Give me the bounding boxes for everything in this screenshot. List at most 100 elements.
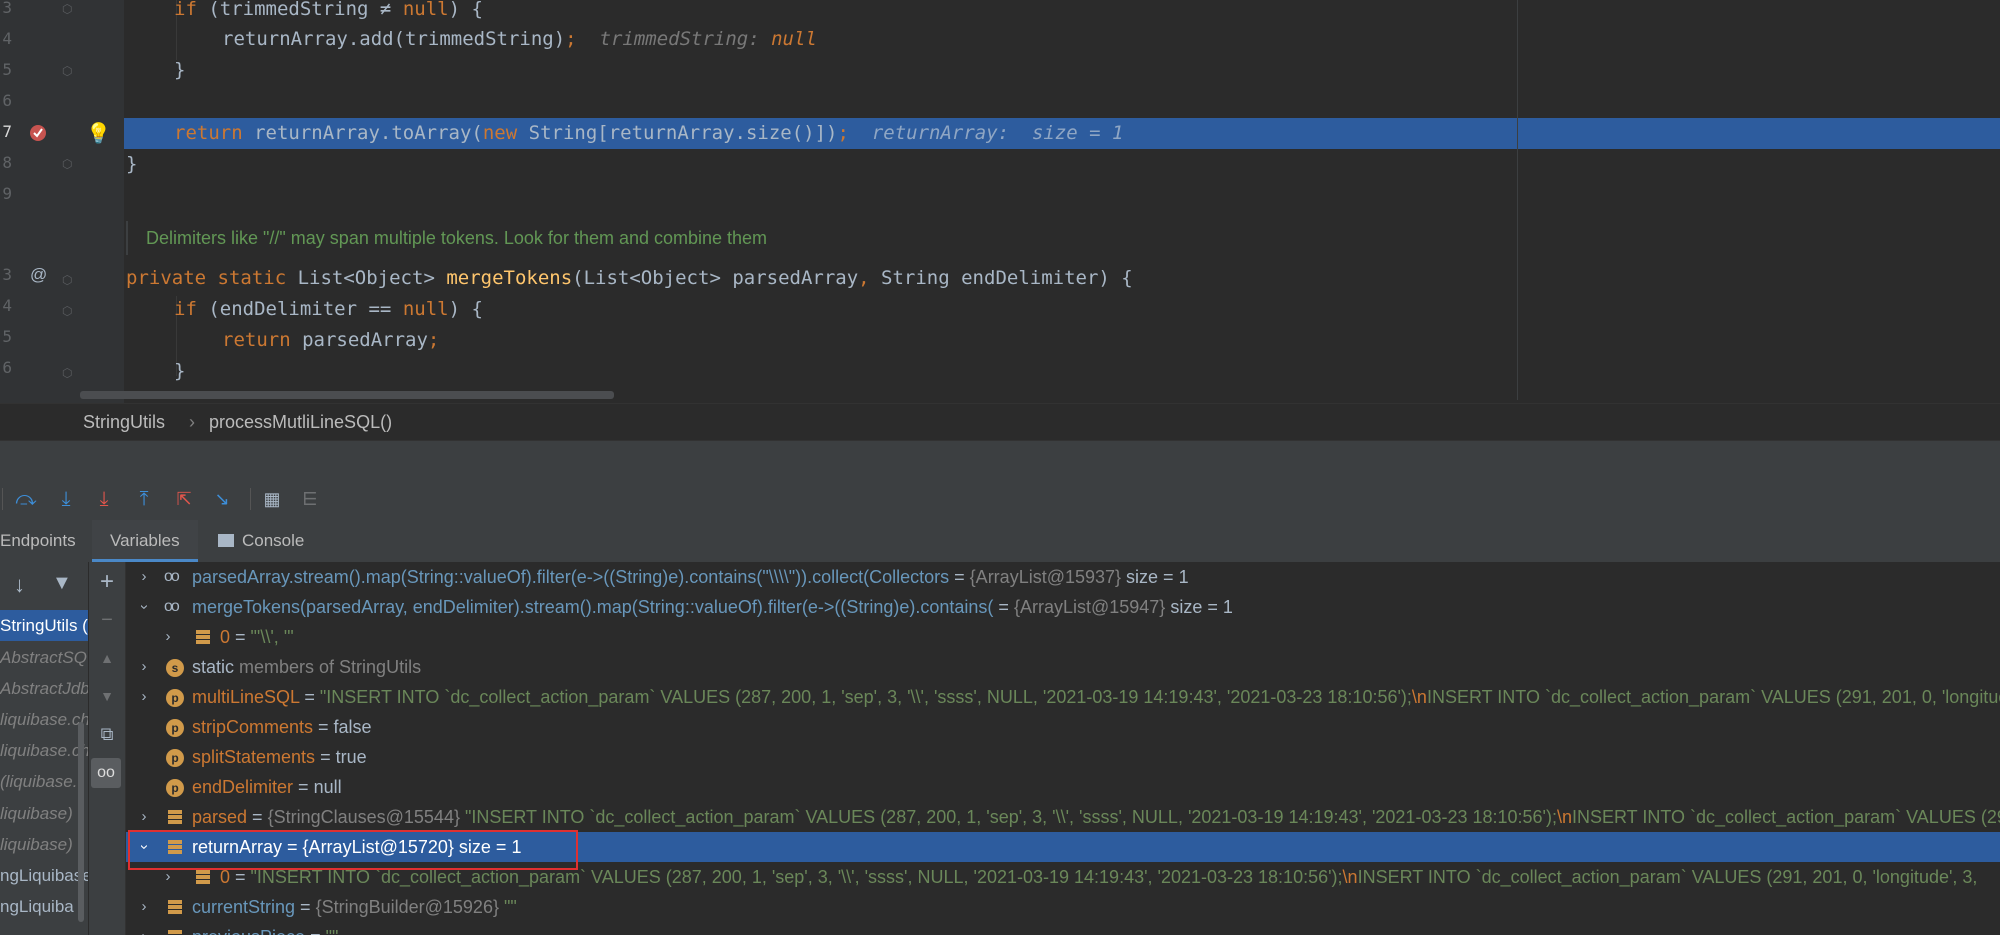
string-value: "INSERT INTO `dc_collect_action_param` V… xyxy=(459,807,1557,827)
static-members-row[interactable]: › s static members of StringUtils xyxy=(126,652,2000,682)
collapse-arrow-icon[interactable]: › xyxy=(129,599,159,615)
static-keyword: static xyxy=(192,657,235,677)
show-watches-icon[interactable]: oo xyxy=(91,758,121,788)
variable-row[interactable]: p splitStatements = true xyxy=(126,742,2000,772)
move-down-icon[interactable]: ▼ xyxy=(95,684,119,708)
frame-item[interactable]: ngLiquibase xyxy=(0,860,88,891)
frame-item[interactable]: StringUtils (l xyxy=(0,610,88,641)
variable-row[interactable]: p stripComments = false xyxy=(126,712,2000,742)
variables-tree[interactable]: › oo parsedArray.stream().map(String::va… xyxy=(126,562,2000,935)
breakpoint-icon[interactable] xyxy=(30,125,46,141)
variable-name: currentString xyxy=(192,897,296,917)
step-out-icon[interactable]: ⤒ xyxy=(132,487,156,511)
variable-row[interactable]: p endDelimiter = null xyxy=(126,772,2000,802)
horizontal-scrollbar[interactable] xyxy=(80,391,614,399)
frame-item[interactable]: AbstractJdb xyxy=(0,673,88,704)
expand-arrow-icon[interactable]: › xyxy=(136,682,152,712)
code-text: String[returnArray.size()]) xyxy=(517,122,838,144)
code-text: (endDelimiter xyxy=(196,298,369,320)
variable-row[interactable]: › p multiLineSQL = "INSERT INTO `dc_coll… xyxy=(126,682,2000,712)
watch-expression: parsedArray.stream().map(String::valueOf… xyxy=(192,567,950,587)
code-editor[interactable]: 3 4 5 6 7 8 9 3 4 5 6 ⬡ ⬡ ⬡ ⬡ ⬡ ⬡ @ if (… xyxy=(0,0,2000,403)
code-line[interactable]: if (endDelimiter == null) { xyxy=(0,294,2000,325)
field-icon xyxy=(194,629,212,647)
code-line[interactable]: private static List<Object> mergeTokens(… xyxy=(0,263,2000,294)
variable-name: 0 xyxy=(220,867,231,887)
tab-endpoints[interactable]: Endpoints xyxy=(0,520,76,562)
run-to-cursor-icon[interactable]: ↘ xyxy=(210,487,234,511)
frame-item[interactable]: ngLiquiba xyxy=(0,891,88,922)
variables-side-toolbar: + − ▲ ▼ ⧉ oo xyxy=(89,562,126,935)
evaluate-expression-icon[interactable]: ▦ xyxy=(260,487,284,511)
code-text: String endDelimiter) { xyxy=(869,267,1133,289)
code-line[interactable]: return parsedArray; xyxy=(0,325,2000,356)
parameter-icon: p xyxy=(166,689,184,707)
frame-item[interactable]: AbstractSQ xyxy=(0,642,88,673)
watch-expression: mergeTokens(parsedArray, endDelimiter).s… xyxy=(192,597,994,617)
string-value: INSERT INTO `dc_collect_action_param` VA… xyxy=(1357,867,1978,887)
watch-row[interactable]: › oo parsedArray.stream().map(String::va… xyxy=(126,562,2000,592)
keyword: return xyxy=(174,122,243,144)
variable-row[interactable]: › 0 = "'\\', '" xyxy=(126,622,2000,652)
breadcrumb-method[interactable]: processMutliLineSQL() xyxy=(209,404,392,441)
frame-item[interactable]: liquibase) xyxy=(0,798,88,829)
panel-header xyxy=(0,440,2000,479)
remove-watch-icon[interactable]: − xyxy=(95,608,119,632)
add-watch-icon[interactable]: + xyxy=(95,570,119,594)
filter-icon[interactable]: ▼ xyxy=(52,572,72,595)
newline-escape: \n xyxy=(1556,807,1572,827)
breadcrumb-class[interactable]: StringUtils xyxy=(83,404,165,441)
method-name: mergeTokens xyxy=(446,267,573,289)
frame-item[interactable]: liquibase.chan xyxy=(0,735,88,766)
newline-escape: \n xyxy=(1411,687,1427,707)
code-text: parsedArray xyxy=(290,329,428,351)
static-icon: s xyxy=(166,659,184,677)
expand-arrow-icon[interactable]: › xyxy=(136,652,152,682)
variable-name: previousPiece xyxy=(192,927,305,935)
expand-arrow-icon[interactable]: › xyxy=(136,802,152,832)
variable-row[interactable]: › parsed = {StringClauses@15544} "INSERT… xyxy=(126,802,2000,832)
variable-name: stripComments xyxy=(192,717,314,737)
show-execution-point-icon[interactable]: ⤼ xyxy=(14,487,38,511)
code-line[interactable]: } xyxy=(0,356,2000,387)
expand-arrow-icon[interactable]: › xyxy=(160,622,176,652)
right-margin-guide xyxy=(1517,0,1518,400)
frame-item[interactable]: liquibase.ch xyxy=(0,704,88,735)
string-value: "INSERT INTO `dc_collect_action_param` V… xyxy=(319,687,1412,707)
code-line[interactable]: } xyxy=(0,55,2000,86)
step-over-icon[interactable]: ⤓ xyxy=(54,487,78,511)
code-text: } xyxy=(126,153,138,175)
expand-arrow-icon[interactable]: › xyxy=(136,922,152,935)
expand-arrow-icon[interactable]: › xyxy=(136,892,152,922)
keyword: return xyxy=(222,329,291,351)
size-label: size = 1 xyxy=(1121,567,1189,587)
code-line[interactable]: if (trimmedString ≠ null) { xyxy=(0,0,2000,25)
inline-value-hint: null xyxy=(771,28,817,50)
code-line[interactable]: } xyxy=(0,149,2000,180)
drop-frame-icon[interactable]: ⇱ xyxy=(172,487,196,511)
execution-line[interactable]: 💡 return returnArray.toArray(new String[… xyxy=(86,118,2000,149)
trace-stream-icon[interactable]: ⋿ xyxy=(298,487,322,511)
frames-scrollbar[interactable] xyxy=(78,722,84,922)
code-text: } xyxy=(174,360,186,382)
arrow-down-icon[interactable]: ↓ xyxy=(14,572,25,598)
step-into-icon[interactable]: ⤓ xyxy=(92,487,116,511)
code-line[interactable]: returnArray.add(trimmedString); trimmedS… xyxy=(0,24,2000,55)
variable-value: null xyxy=(313,777,342,797)
move-up-icon[interactable]: ▲ xyxy=(95,646,119,670)
tab-variables[interactable]: Variables xyxy=(92,520,198,562)
frame-item[interactable]: liquibase) xyxy=(0,829,88,860)
field-icon xyxy=(166,899,184,917)
expand-arrow-icon[interactable]: › xyxy=(136,562,152,592)
variable-row[interactable]: › currentString = {StringBuilder@15926} … xyxy=(126,892,2000,922)
equals: = xyxy=(295,897,316,917)
watch-row[interactable]: › oo mergeTokens(parsedArray, endDelimit… xyxy=(126,592,2000,622)
copy-icon[interactable]: ⧉ xyxy=(95,722,119,746)
string-value: INSERT INTO `dc_collect_action_param` VA… xyxy=(1572,807,2000,827)
frame-item[interactable]: (liquibase. xyxy=(0,766,88,797)
lightbulb-icon[interactable]: 💡 xyxy=(86,118,111,149)
comma: , xyxy=(858,267,870,289)
variable-row[interactable]: › previousPiece = "" xyxy=(126,922,2000,935)
static-label: members of StringUtils xyxy=(234,657,422,677)
tab-console[interactable]: Console xyxy=(218,520,304,562)
